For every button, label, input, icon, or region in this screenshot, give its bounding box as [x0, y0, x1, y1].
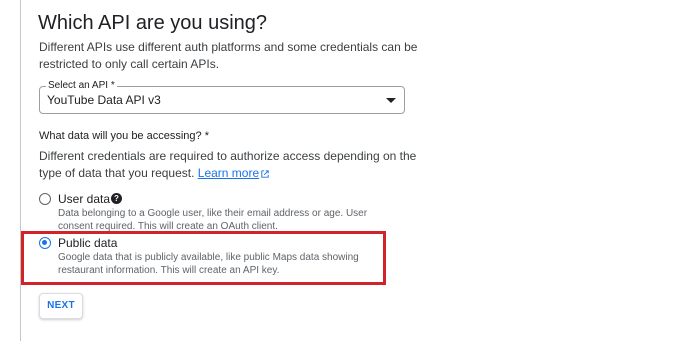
next-button[interactable]: NEXT [39, 293, 83, 319]
user-data-label[interactable]: User data [58, 192, 110, 206]
user-data-description: Data belonging to a Google user, like th… [58, 208, 368, 232]
arrow-drop-down-icon[interactable] [386, 98, 396, 103]
data-access-question: What data will you be accessing? * [39, 130, 209, 142]
credentials-wizard: Which API are you using? Different APIs … [0, 0, 680, 341]
user-data-radio[interactable] [39, 193, 51, 205]
data-access-description: Different credentials are required to au… [39, 148, 419, 182]
section-description: Different APIs use different auth platfo… [39, 40, 418, 71]
highlight-annotation [21, 231, 386, 285]
section-title: Which API are you using? [38, 12, 268, 34]
stepper-rule [20, 0, 21, 341]
learn-more-link[interactable]: Learn more [198, 166, 269, 180]
api-select-value[interactable]: YouTube Data API v3 [47, 93, 161, 108]
external-link-icon [261, 170, 269, 178]
help-icon[interactable]: ? [111, 193, 122, 204]
api-select-label: Select an API * [46, 80, 117, 92]
